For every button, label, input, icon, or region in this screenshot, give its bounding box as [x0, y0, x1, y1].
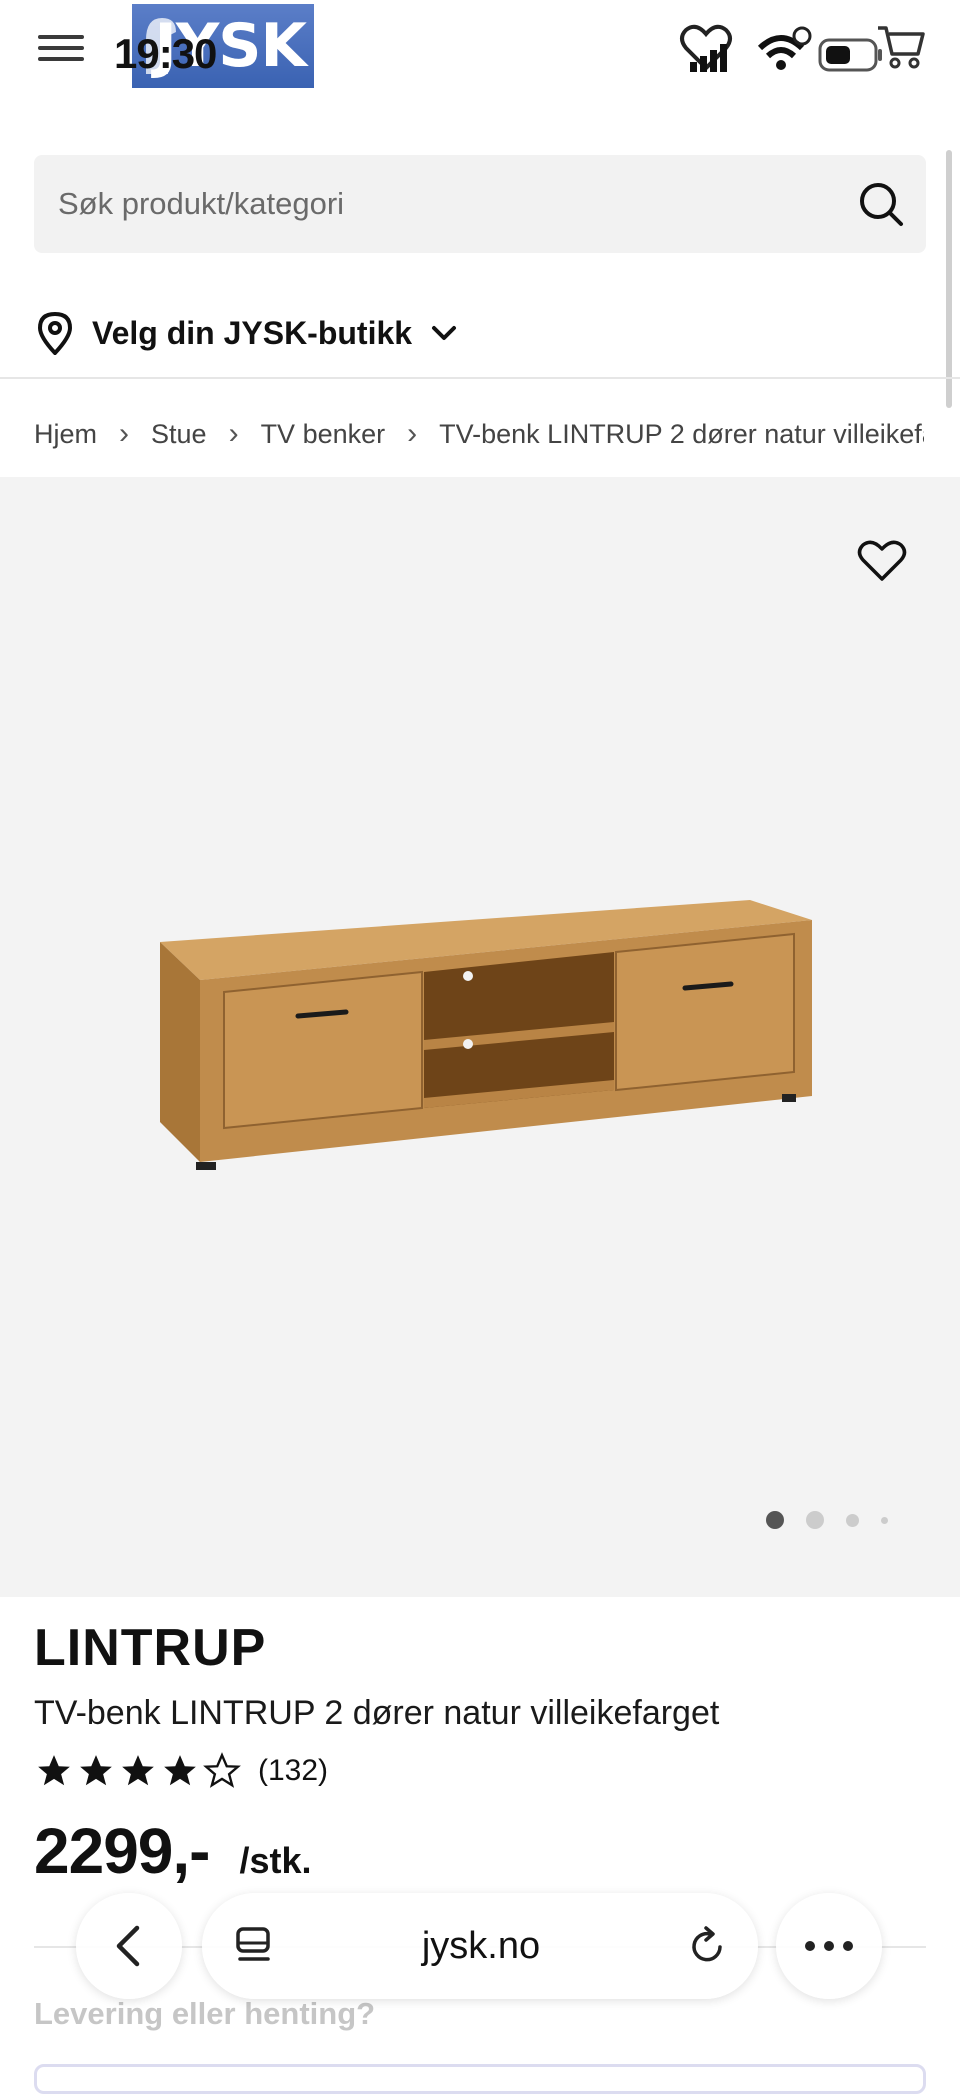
- account-icon[interactable]: [790, 24, 814, 48]
- status-time: 19:30: [114, 30, 217, 77]
- price-amount: 2299,-: [34, 1815, 210, 1887]
- back-arrow-icon: [116, 1925, 140, 1967]
- delivery-option-box[interactable]: [34, 2064, 926, 2094]
- tabs-icon[interactable]: [234, 1925, 274, 1967]
- delivery-heading: Levering eller henting?: [34, 1996, 376, 2031]
- product-image[interactable]: [140, 880, 820, 1170]
- store-picker[interactable]: Velg din JYSK-butikk: [36, 305, 458, 361]
- store-picker-label: Velg din JYSK-butikk: [92, 314, 413, 351]
- more-icon: [805, 1941, 853, 1951]
- divider: [0, 377, 960, 379]
- star-icon: [164, 1755, 196, 1786]
- star-empty-icon: [203, 1752, 241, 1788]
- back-button[interactable]: [76, 1893, 182, 1999]
- breadcrumb: Hjem › Stue › TV benker › TV-benk LINTRU…: [34, 412, 924, 456]
- chevron-right-icon: ›: [407, 417, 418, 450]
- battery-icon: [818, 38, 882, 72]
- address-bar[interactable]: jysk.no: [202, 1893, 758, 1999]
- pagination-dot[interactable]: [806, 1511, 824, 1529]
- search-icon[interactable]: [858, 181, 904, 227]
- cell-signal-icon: [690, 44, 727, 72]
- product-price: 2299,- /stk.: [34, 1814, 312, 1888]
- more-button[interactable]: [776, 1893, 882, 1999]
- review-count[interactable]: (132): [258, 1754, 328, 1788]
- search-bar[interactable]: [34, 155, 926, 253]
- product-brand: LINTRUP: [34, 1619, 267, 1677]
- breadcrumb-item-home[interactable]: Hjem: [34, 419, 97, 450]
- product-rating[interactable]: (132): [34, 1752, 328, 1790]
- breadcrumb-item-current: TV-benk LINTRUP 2 dører natur villeikefa…: [439, 418, 924, 449]
- star-icon: [38, 1755, 70, 1786]
- reload-icon[interactable]: [688, 1925, 728, 1967]
- star-icon: [80, 1755, 112, 1786]
- breadcrumb-item-tv-benker[interactable]: TV benker: [261, 419, 386, 450]
- chevron-right-icon: ›: [228, 417, 239, 450]
- star-icon: [122, 1755, 154, 1786]
- product-title: TV-benk LINTRUP 2 dører natur villeikefa…: [34, 1694, 720, 1732]
- cart-icon[interactable]: [876, 22, 926, 70]
- location-pin-icon: [37, 311, 73, 355]
- price-unit: /stk.: [239, 1840, 312, 1881]
- pagination-dot[interactable]: [846, 1513, 859, 1527]
- url-text[interactable]: jysk.no: [274, 1925, 688, 1968]
- chevron-right-icon: ›: [119, 417, 130, 450]
- search-input[interactable]: [56, 185, 858, 223]
- pagination-dot[interactable]: [881, 1516, 888, 1524]
- chevron-down-icon: [432, 326, 457, 340]
- pagination-dot-active[interactable]: [766, 1511, 784, 1529]
- favorite-icon[interactable]: [856, 538, 908, 584]
- breadcrumb-item-stue[interactable]: Stue: [151, 419, 207, 450]
- gallery-pagination[interactable]: [766, 1511, 888, 1529]
- page-scrollbar[interactable]: [946, 150, 952, 408]
- menu-icon[interactable]: [38, 28, 84, 68]
